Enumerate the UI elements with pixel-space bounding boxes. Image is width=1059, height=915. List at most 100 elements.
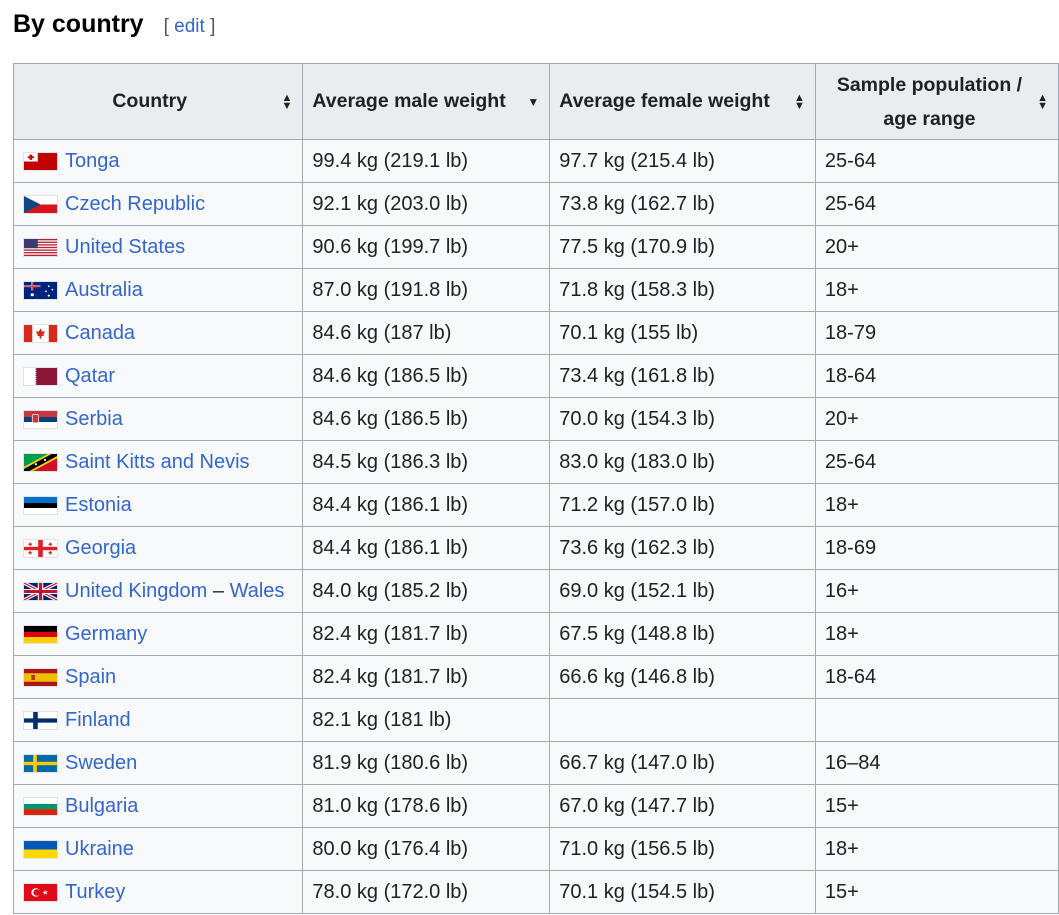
male-weight-cell: 90.6 kg (199.7 lb) xyxy=(302,225,551,269)
table-row: Ukraine 80.0 kg (176.4 lb) 71.0 kg (156.5 … xyxy=(12,827,1059,871)
country-link[interactable]: Saint Kitts and Nevis xyxy=(65,451,250,473)
country-wrap: United Kingdom – Wales xyxy=(23,580,293,603)
male-weight-cell: 99.4 kg (219.1 lb) xyxy=(302,139,551,183)
sample-cell xyxy=(814,698,1059,742)
table-row: United States 90.6 kg (199.7 lb) 77.5 kg (… xyxy=(12,225,1059,269)
country-link[interactable]: Czech Republic xyxy=(65,193,205,215)
country-link[interactable]: United Kingdom xyxy=(65,580,207,602)
female-weight-cell: 70.1 kg (154.5 lb) xyxy=(549,870,816,914)
header-male-weight[interactable]: Average male weight ▼ xyxy=(302,63,551,140)
table-row: Qatar 84.6 kg (186.5 lb) 73.4 kg (161.8 lb… xyxy=(12,354,1059,398)
country-link[interactable]: Sweden xyxy=(65,752,137,774)
country-wrap: Ukraine xyxy=(23,838,293,861)
sample-cell: 20+ xyxy=(814,225,1059,269)
sort-both-icon: ▲ ▼ xyxy=(281,91,293,112)
country-cell: Qatar xyxy=(12,354,304,398)
header-row: Country ▲ ▼ Average male weight ▼ Average… xyxy=(12,63,1059,140)
male-weight-cell: 92.1 kg (203.0 lb) xyxy=(302,182,551,226)
turkey-flag-icon xyxy=(23,882,58,902)
table-row: Bulgaria 81.0 kg (178.6 lb) 67.0 kg (147.7… xyxy=(12,784,1059,828)
female-weight-cell: 67.0 kg (147.7 lb) xyxy=(549,784,816,828)
female-weight-cell: 66.6 kg (146.8 lb) xyxy=(549,655,816,699)
country-link[interactable]: Serbia xyxy=(65,408,123,430)
table-row: Australia 87.0 kg (191.8 lb) 71.8 kg (158.… xyxy=(12,268,1059,312)
sample-cell: 16–84 xyxy=(814,741,1059,785)
weight-table: Country ▲ ▼ Average male weight ▼ Average… xyxy=(12,63,1059,914)
country-wrap: Bulgaria xyxy=(23,795,293,818)
spain-flag-icon xyxy=(23,667,58,687)
table-row: United Kingdom – Wales 84.0 kg (185.2 lb)… xyxy=(12,569,1059,613)
table-row: Saint Kitts and Nevis 84.5 kg (186.3 lb) 8… xyxy=(12,440,1059,484)
male-weight-cell: 84.0 kg (185.2 lb) xyxy=(302,569,551,613)
country-link[interactable]: Georgia xyxy=(65,537,136,559)
table-row: Canada 84.6 kg (187 lb) 70.1 kg (155 lb) 18… xyxy=(12,311,1059,355)
country-cell: Canada xyxy=(12,311,304,355)
table-row: Czech Republic 92.1 kg (203.0 lb) 73.8 kg … xyxy=(12,182,1059,226)
country-cell: Turkey xyxy=(12,870,304,914)
estonia-flag-icon xyxy=(23,495,58,515)
male-weight-cell: 84.4 kg (186.1 lb) xyxy=(302,483,551,527)
country-cell: Serbia xyxy=(12,397,304,441)
czech-flag-icon xyxy=(23,194,58,214)
section-title: By country xyxy=(13,10,144,38)
female-weight-cell: 67.5 kg (148.8 lb) xyxy=(549,612,816,656)
australia-flag-icon xyxy=(23,280,58,300)
table-row: Sweden 81.9 kg (180.6 lb) 66.7 kg (147.0 l… xyxy=(12,741,1059,785)
header-country[interactable]: Country ▲ ▼ xyxy=(12,63,304,140)
sort-both-icon: ▲ ▼ xyxy=(794,91,805,112)
country-cell: Finland xyxy=(12,698,304,742)
male-weight-cell: 84.6 kg (186.5 lb) xyxy=(302,354,551,398)
skn-flag-icon xyxy=(23,452,58,472)
country-cell: United States xyxy=(12,225,304,269)
country-link[interactable]: Qatar xyxy=(65,365,115,387)
edit-section-link: [ edit ] xyxy=(163,16,216,37)
country-cell: Spain xyxy=(12,655,304,699)
male-weight-cell: 81.9 kg (180.6 lb) xyxy=(302,741,551,785)
sample-cell: 25-64 xyxy=(814,182,1059,226)
sample-cell: 15+ xyxy=(814,870,1059,914)
country-wrap: United States xyxy=(23,236,293,259)
country-link[interactable]: Estonia xyxy=(65,494,132,516)
region-link[interactable]: Wales xyxy=(230,580,285,602)
ukraine-flag-icon xyxy=(23,839,58,859)
section-heading: By country [ edit ] xyxy=(13,6,215,42)
male-weight-cell: 87.0 kg (191.8 lb) xyxy=(302,268,551,312)
sample-cell: 15+ xyxy=(814,784,1059,828)
country-wrap: Saint Kitts and Nevis xyxy=(23,451,293,474)
country-cell: Bulgaria xyxy=(12,784,304,828)
sort-descending-icon: ▼ xyxy=(527,94,540,109)
sample-cell: 18-69 xyxy=(814,526,1059,570)
tonga-flag-icon xyxy=(23,151,58,171)
female-weight-cell: 77.5 kg (170.9 lb) xyxy=(549,225,816,269)
country-wrap: Qatar xyxy=(23,365,293,388)
country-cell: Australia xyxy=(12,268,304,312)
country-cell: Saint Kitts and Nevis xyxy=(12,440,304,484)
uk-flag-icon xyxy=(23,581,58,601)
country-link[interactable]: Turkey xyxy=(65,881,125,903)
table-row: Finland 82.1 kg (181 lb) xyxy=(12,698,1059,742)
country-wrap: Australia xyxy=(23,279,293,302)
female-weight-cell: 71.0 kg (156.5 lb) xyxy=(549,827,816,871)
country-link[interactable]: Germany xyxy=(65,623,147,645)
female-weight-cell: 73.6 kg (162.3 lb) xyxy=(549,526,816,570)
sample-cell: 18-64 xyxy=(814,655,1059,699)
country-cell: Georgia xyxy=(12,526,304,570)
country-link[interactable]: Canada xyxy=(65,322,135,344)
country-link[interactable]: Ukraine xyxy=(65,838,134,860)
male-weight-cell: 82.4 kg (181.7 lb) xyxy=(302,612,551,656)
country-link[interactable]: Spain xyxy=(65,666,116,688)
header-female-weight[interactable]: Average female weight ▲ ▼ xyxy=(549,63,816,140)
edit-link[interactable]: edit xyxy=(174,16,205,37)
country-link[interactable]: Finland xyxy=(65,709,131,731)
serbia-flag-icon xyxy=(23,409,58,429)
sample-cell: 25-64 xyxy=(814,139,1059,183)
male-weight-cell: 84.6 kg (186.5 lb) xyxy=(302,397,551,441)
country-wrap: Tonga xyxy=(23,150,293,173)
country-link[interactable]: Bulgaria xyxy=(65,795,138,817)
country-link[interactable]: United States xyxy=(65,236,185,258)
female-weight-cell: 70.0 kg (154.3 lb) xyxy=(549,397,816,441)
header-sample-population[interactable]: Sample population / age range ▲ ▼ xyxy=(814,63,1059,140)
country-wrap: Turkey xyxy=(23,881,293,904)
country-link[interactable]: Tonga xyxy=(65,150,120,172)
country-link[interactable]: Australia xyxy=(65,279,143,301)
